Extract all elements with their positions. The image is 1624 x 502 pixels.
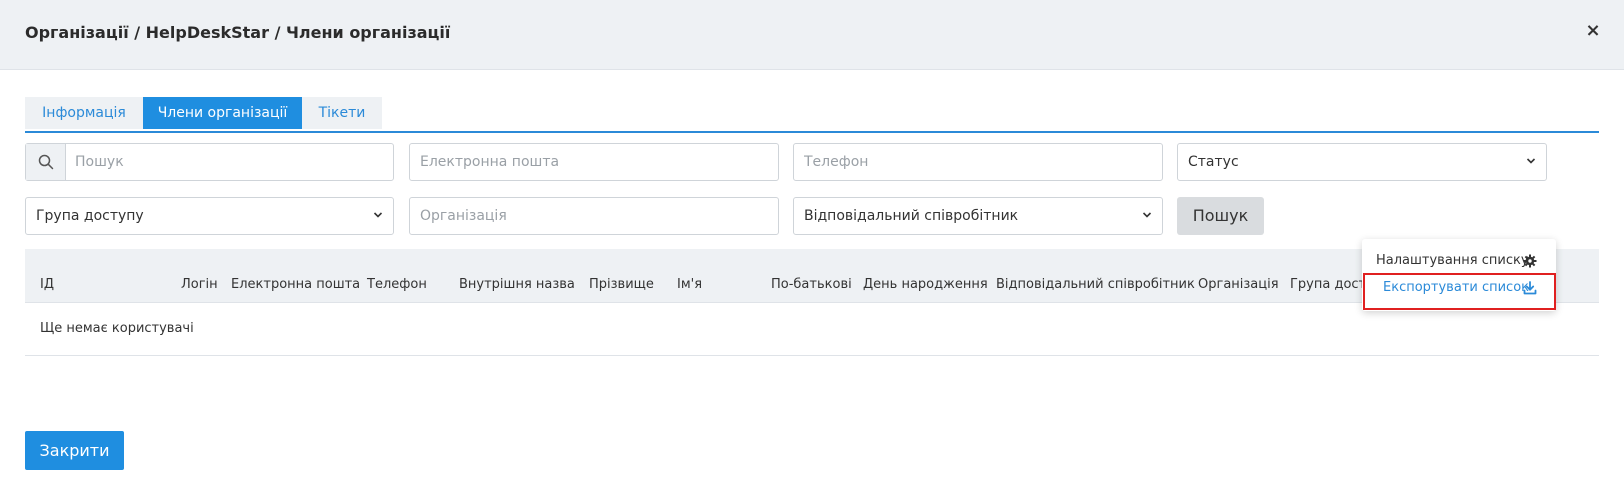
close-icon[interactable]: × [1582, 20, 1604, 42]
search-button[interactable]: Пошук [1177, 197, 1264, 235]
tab-tickets[interactable]: Тікети [302, 97, 382, 129]
tab-information[interactable]: Інформація [25, 97, 143, 129]
column-header-first-name[interactable]: Ім'я [677, 277, 702, 292]
phone-field [793, 143, 1163, 181]
column-header-responsible[interactable]: Відповідальний співробітник [996, 277, 1195, 292]
list-settings-item[interactable]: Налаштування списку [1376, 253, 1529, 268]
search-addon [26, 144, 66, 180]
status-select-value: Статус [1188, 154, 1239, 170]
column-header-login[interactable]: Логін [181, 277, 218, 292]
gear-icon[interactable] [1523, 254, 1537, 268]
column-header-organization[interactable]: Організація [1198, 277, 1279, 292]
export-list-item[interactable]: Експортувати список [1383, 280, 1529, 295]
search-input[interactable] [65, 144, 393, 180]
responsible-select-value: Відповідальний співробітник [804, 208, 1019, 224]
download-icon[interactable] [1523, 281, 1537, 295]
close-button[interactable]: Закрити [25, 431, 124, 470]
access-group-select[interactable]: Група доступу [25, 197, 394, 235]
tab-organization-members[interactable]: Члени організації [143, 97, 302, 129]
chevron-down-icon [1526, 158, 1536, 164]
chevron-down-icon [373, 212, 383, 218]
column-header-internal-name[interactable]: Внутрішня назва [459, 277, 575, 292]
status-select[interactable]: Статус [1177, 143, 1547, 181]
search-field [25, 143, 394, 181]
column-header-phone[interactable]: Телефон [367, 277, 427, 292]
access-group-select-value: Група доступу [36, 208, 144, 224]
responsible-select[interactable]: Відповідальний співробітник [793, 197, 1163, 235]
tab-bar: Інформація Члени організації Тікети [25, 97, 1599, 133]
email-input[interactable] [410, 144, 778, 180]
column-header-patronymic[interactable]: По-батькові [771, 277, 852, 292]
phone-input[interactable] [794, 144, 1162, 180]
column-header-id[interactable]: ІД [40, 277, 54, 292]
search-icon [38, 154, 54, 170]
email-field [409, 143, 779, 181]
column-header-email[interactable]: Електронна пошта [231, 277, 360, 292]
organization-input[interactable] [410, 198, 778, 234]
empty-state-text: Ще немає користувачі [40, 321, 194, 336]
modal-header: Організації / HelpDeskStar / Члени орган… [0, 0, 1624, 70]
column-header-surname[interactable]: Прізвище [589, 277, 654, 292]
modal-title: Організації / HelpDeskStar / Члени орган… [25, 23, 451, 42]
column-header-birthday[interactable]: День народження [863, 277, 988, 292]
organization-field [409, 197, 779, 235]
chevron-down-icon [1142, 212, 1152, 218]
list-options-dropdown: Налаштування списку Експортувати список [1362, 239, 1556, 311]
